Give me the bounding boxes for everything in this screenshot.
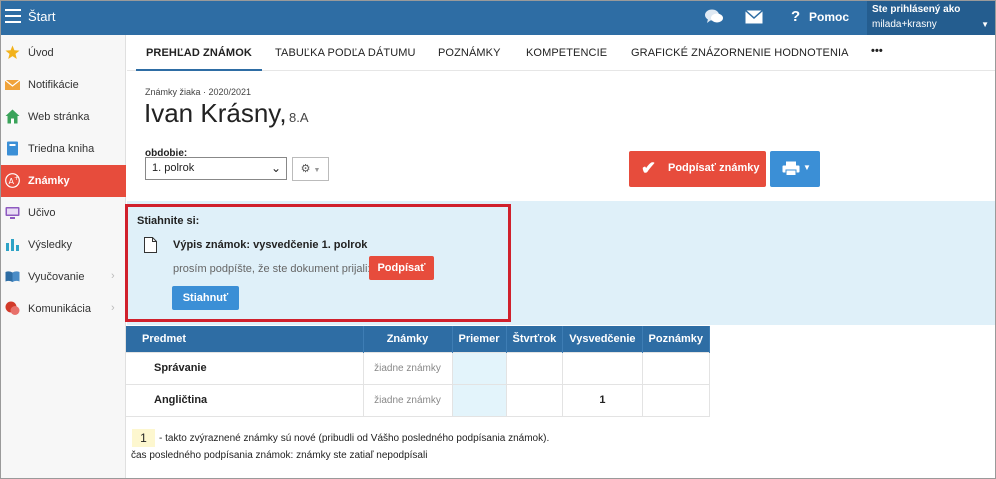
star-icon xyxy=(5,45,20,60)
tab-kompetencie[interactable]: KOMPETENCIE xyxy=(526,47,607,59)
average-cell xyxy=(451,383,507,417)
period-select[interactable]: 1. polrok ⌄ xyxy=(145,157,287,180)
download-button[interactable]: Stiahnuť xyxy=(172,286,239,310)
document-name: Výpis známok: vysvedčenie 1. polrok xyxy=(173,239,368,251)
sidebar-item-label: Web stránka xyxy=(28,111,90,123)
certificate-cell xyxy=(562,351,643,385)
breadcrumb: Známky žiaka · 2020/2021 xyxy=(145,87,252,97)
quarter-cell xyxy=(505,351,564,385)
active-tab-indicator xyxy=(136,69,262,71)
sign-grades-button[interactable]: ✔ Podpísať známky xyxy=(629,151,766,187)
sidebar: Úvod Notifikácie Web stránka Triedna kni… xyxy=(1,35,126,478)
column-header: Priemer xyxy=(452,326,507,352)
chevron-down-icon: ▼ xyxy=(981,20,989,29)
column-header: Predmet xyxy=(126,326,364,352)
sidebar-item-label: Učivo xyxy=(28,207,56,219)
sidebar-item-label: Vyučovanie xyxy=(28,271,85,283)
notes-cell xyxy=(641,351,710,385)
app-title[interactable]: Štart xyxy=(28,9,55,24)
sidebar-item-komunikacia[interactable]: Komunikácia › xyxy=(1,293,126,325)
user-menu[interactable]: Ste prihlásený ako milada+krasny ▼ xyxy=(867,1,995,35)
sidebar-item-triedna-kniha[interactable]: Triedna kniha xyxy=(1,133,126,165)
notes-cell xyxy=(641,383,710,417)
legend-text: - takto zvýraznené známky sú nové (pribu… xyxy=(159,433,550,444)
period-value: 1. polrok xyxy=(152,162,195,174)
marks-cell: žiadne známky xyxy=(362,351,453,385)
table-row: Správanie žiadne známky xyxy=(126,351,710,385)
column-header: Vysvedčenie xyxy=(562,326,643,352)
user-label: Ste prihlásený ako xyxy=(872,4,961,15)
grade-icon: A + xyxy=(5,173,20,188)
hamburger-menu-icon[interactable] xyxy=(5,9,21,23)
sidebar-item-label: Známky xyxy=(28,175,70,187)
top-bar: Štart ? Pomoc Ste prihlásený ako milada+… xyxy=(1,1,995,35)
messages-icon[interactable] xyxy=(704,8,724,29)
sign-grades-label: Podpísať známky xyxy=(668,162,760,174)
help-link[interactable]: Pomoc xyxy=(809,10,849,24)
sidebar-item-ucivo[interactable]: Učivo xyxy=(1,197,126,229)
sidebar-item-vyucovanie[interactable]: Vyučovanie › xyxy=(1,261,126,293)
tab-poznamky[interactable]: POZNÁMKY xyxy=(438,47,501,59)
average-cell xyxy=(451,351,507,385)
sidebar-item-label: Notifikácie xyxy=(28,79,79,91)
sidebar-item-label: Úvod xyxy=(28,47,54,59)
sidebar-item-uvod[interactable]: Úvod xyxy=(1,37,126,69)
svg-text:+: + xyxy=(14,175,19,182)
sign-document-button[interactable]: Podpísať xyxy=(369,256,434,280)
column-header: Poznámky xyxy=(642,326,710,352)
tab-prehlad-znamok[interactable]: PREHĽAD ZNÁMOK xyxy=(146,47,252,59)
last-sign-info: čas posledného podpísania známok: známky… xyxy=(131,450,428,461)
envelope-icon xyxy=(4,77,21,92)
sidebar-item-web-stranka[interactable]: Web stránka xyxy=(1,101,126,133)
table-header-row: Predmet Známky Priemer Štvrťrok Vysvedče… xyxy=(126,326,710,352)
quarter-cell xyxy=(505,383,564,417)
printer-icon xyxy=(782,161,800,179)
chevron-right-icon: › xyxy=(111,270,115,282)
sign-note: prosím podpíšte, že ste dokument prijali… xyxy=(173,263,371,275)
settings-button[interactable]: ⚙ ▼ xyxy=(292,157,329,181)
subject-cell: Správanie xyxy=(126,351,364,385)
book-icon xyxy=(5,141,20,156)
mail-icon[interactable] xyxy=(745,9,763,27)
house-icon xyxy=(5,109,20,124)
subject-cell: Angličtina xyxy=(126,383,364,417)
sidebar-item-label: Triedna kniha xyxy=(28,143,95,155)
download-title: Stiahnite si: xyxy=(137,215,200,227)
tab-more[interactable]: ••• xyxy=(871,45,883,57)
grades-table: Predmet Známky Priemer Štvrťrok Vysvedče… xyxy=(126,326,710,417)
marks-cell: žiadne známky xyxy=(362,383,453,417)
sidebar-item-vysledky[interactable]: Výsledky xyxy=(1,229,126,261)
column-header: Štvrťrok xyxy=(506,326,564,352)
sidebar-item-label: Výsledky xyxy=(28,239,73,251)
chevron-right-icon: › xyxy=(111,302,115,314)
chevron-down-icon: ▼ xyxy=(313,167,321,174)
chevron-down-icon: ▼ xyxy=(803,163,811,172)
open-book-icon xyxy=(5,269,20,284)
new-grade-sample: 1 xyxy=(132,429,155,447)
page-title: Ivan Krásny, xyxy=(144,98,287,128)
user-name: milada+krasny xyxy=(872,19,937,30)
column-header: Známky xyxy=(363,326,453,352)
document-icon xyxy=(144,237,157,256)
sidebar-item-notifikacie[interactable]: Notifikácie xyxy=(1,69,126,101)
check-icon: ✔ xyxy=(641,158,657,178)
monitor-icon xyxy=(5,205,20,220)
tab-graficke-znazornenie[interactable]: GRAFICKÉ ZNÁZORNENIE HODNOTENIA xyxy=(631,47,849,59)
print-button[interactable]: ▼ xyxy=(770,151,820,187)
table-row: Angličtina žiadne známky 1 xyxy=(126,383,710,417)
chevron-down-icon: ⌄ xyxy=(270,161,281,175)
bar-chart-icon xyxy=(5,237,20,252)
tab-tabulka-podla-datumu[interactable]: TABUĽKA PODĽA DÁTUMU xyxy=(275,47,416,59)
student-class: 8.A xyxy=(289,110,309,125)
sidebar-item-label: Komunikácia xyxy=(28,303,91,315)
sidebar-item-znamky[interactable]: A + Známky xyxy=(1,165,126,197)
gear-icon: ⚙ xyxy=(300,163,311,175)
help-icon[interactable]: ? xyxy=(791,8,800,25)
certificate-cell: 1 xyxy=(562,383,643,417)
chat-icon xyxy=(5,301,20,316)
